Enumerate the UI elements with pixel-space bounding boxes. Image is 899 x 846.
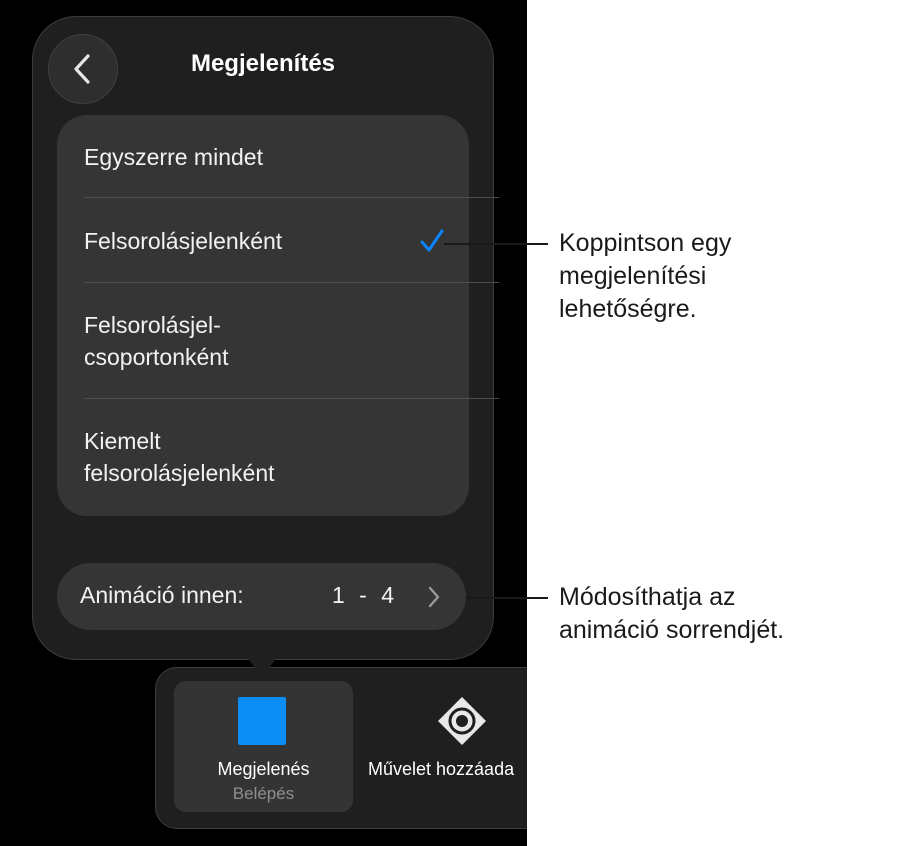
effect-subtitle: Belépés [232, 784, 295, 803]
add-action-label: Művelet hozzáada [368, 759, 515, 779]
callout-line-animation [466, 597, 548, 599]
back-button[interactable] [48, 34, 118, 104]
option-all-at-once[interactable]: Egyszerre mindet [57, 115, 469, 197]
option-label: Felsorolásjel- csoportonként [84, 312, 229, 370]
device-screen: Megjelenítés Egyszerre mindet Felsorolás… [0, 0, 527, 846]
option-by-bullet[interactable]: Felsorolásjelenként [57, 198, 469, 281]
animate-from-label: Animáció innen: [80, 582, 244, 608]
option-by-bullet-group[interactable]: Felsorolásjel- csoportonként [57, 283, 469, 398]
animate-from-range: 1 - 4 [332, 582, 395, 608]
add-action-button[interactable]: Művelet hozzáada [358, 681, 527, 812]
build-in-effect-button[interactable]: Megjelenés Belépés [174, 681, 353, 812]
display-options-list: Egyszerre mindet Felsorolásjelenként Fel… [57, 115, 499, 516]
chevron-right-icon [428, 586, 440, 608]
animate-from-row[interactable]: Animáció innen: 1 - 4 [57, 563, 466, 630]
option-highlighted-bullet[interactable]: Kiemelt felsorolásjelenként [57, 399, 469, 516]
checkmark-icon [420, 229, 444, 252]
callout-line-options [444, 243, 548, 245]
add-action-icon [438, 697, 486, 745]
option-label: Felsorolásjelenként [84, 228, 283, 254]
callout-options: Koppintson egy megjelenítési lehetőségre… [559, 229, 732, 323]
option-label: Kiemelt felsorolásjelenként [84, 428, 275, 486]
chevron-left-icon [74, 54, 90, 84]
popover-title: Megjelenítés [190, 50, 336, 77]
callout-animation: Módosíthatja az animáció sorrendjét. [559, 583, 785, 644]
option-label: Egyszerre mindet [84, 144, 263, 170]
effect-name: Megjelenés [217, 759, 310, 779]
effect-color-swatch [238, 697, 286, 745]
